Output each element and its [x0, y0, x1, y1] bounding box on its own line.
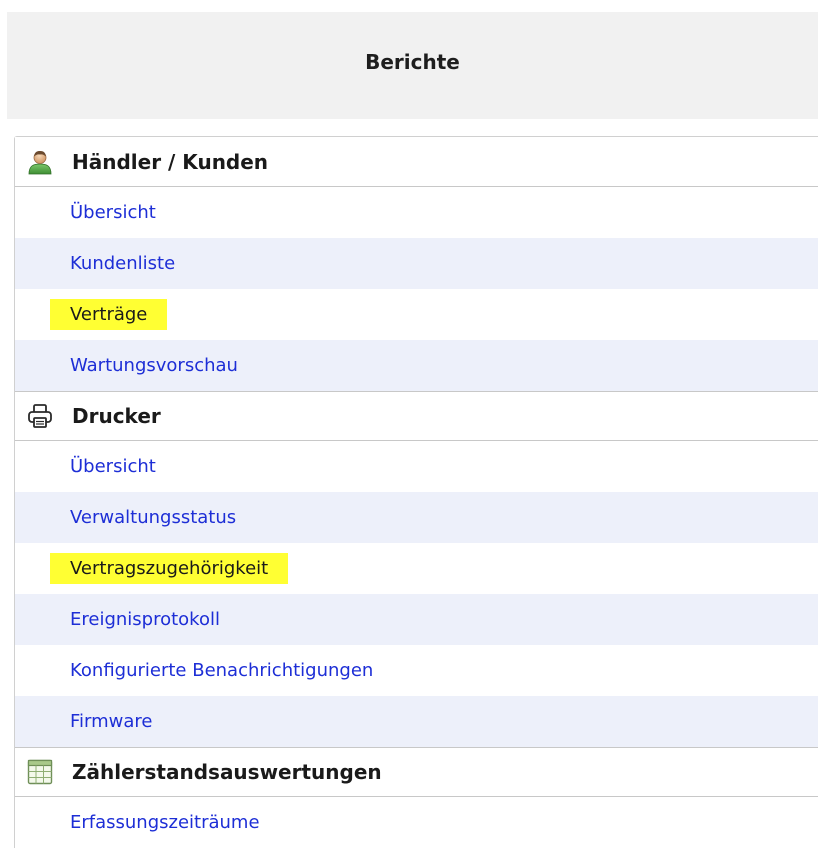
- link-vertraege[interactable]: Verträge: [50, 299, 168, 330]
- link-verwaltungsstatus[interactable]: Verwaltungsstatus: [70, 505, 236, 530]
- list-item-uebersicht-kunden: Übersicht: [15, 187, 818, 238]
- user-icon: [26, 148, 54, 176]
- report-list: Händler / Kunden Übersicht Kundenliste V…: [14, 136, 818, 848]
- list-item-verwaltungsstatus: Verwaltungsstatus: [15, 492, 818, 543]
- section-title: Händler / Kunden: [72, 149, 269, 174]
- section-header-zaehlerstandsauswertungen: Zählerstandsauswertungen: [15, 747, 818, 797]
- list-item-uebersicht-drucker: Übersicht: [15, 441, 818, 492]
- list-item-erfassungszeitraeume: Erfassungszeiträume: [15, 797, 818, 848]
- link-uebersicht[interactable]: Übersicht: [70, 200, 156, 225]
- list-item-vertraege: Verträge: [15, 289, 818, 340]
- spreadsheet-icon: [26, 758, 54, 786]
- link-ereignisprotokoll[interactable]: Ereignisprotokoll: [70, 607, 220, 632]
- link-vertragszugehoerigkeit[interactable]: Vertragszugehörigkeit: [50, 553, 289, 584]
- page-header: Berichte: [7, 12, 818, 119]
- section-header-haendler-kunden: Händler / Kunden: [15, 137, 818, 187]
- printer-icon: [26, 402, 54, 430]
- list-item-wartungsvorschau: Wartungsvorschau: [15, 340, 818, 391]
- link-erfassungszeitraeume[interactable]: Erfassungszeiträume: [70, 810, 260, 835]
- link-firmware[interactable]: Firmware: [70, 709, 153, 734]
- list-item-kundenliste: Kundenliste: [15, 238, 818, 289]
- list-item-firmware: Firmware: [15, 696, 818, 747]
- link-wartungsvorschau[interactable]: Wartungsvorschau: [70, 353, 238, 378]
- list-item-ereignisprotokoll: Ereignisprotokoll: [15, 594, 818, 645]
- list-item-benachrichtigungen: Konfigurierte Benachrichtigungen: [15, 645, 818, 696]
- section-title: Zählerstandsauswertungen: [72, 760, 382, 784]
- section-header-drucker: Drucker: [15, 391, 818, 441]
- link-kundenliste[interactable]: Kundenliste: [70, 251, 175, 276]
- link-uebersicht[interactable]: Übersicht: [70, 454, 156, 479]
- page-title: Berichte: [365, 49, 460, 74]
- link-konfigurierte-benachrichtigungen[interactable]: Konfigurierte Benachrichtigungen: [70, 658, 373, 683]
- section-title: Drucker: [72, 404, 161, 428]
- list-item-vertragszugehoerigkeit: Vertragszugehörigkeit: [15, 543, 818, 594]
